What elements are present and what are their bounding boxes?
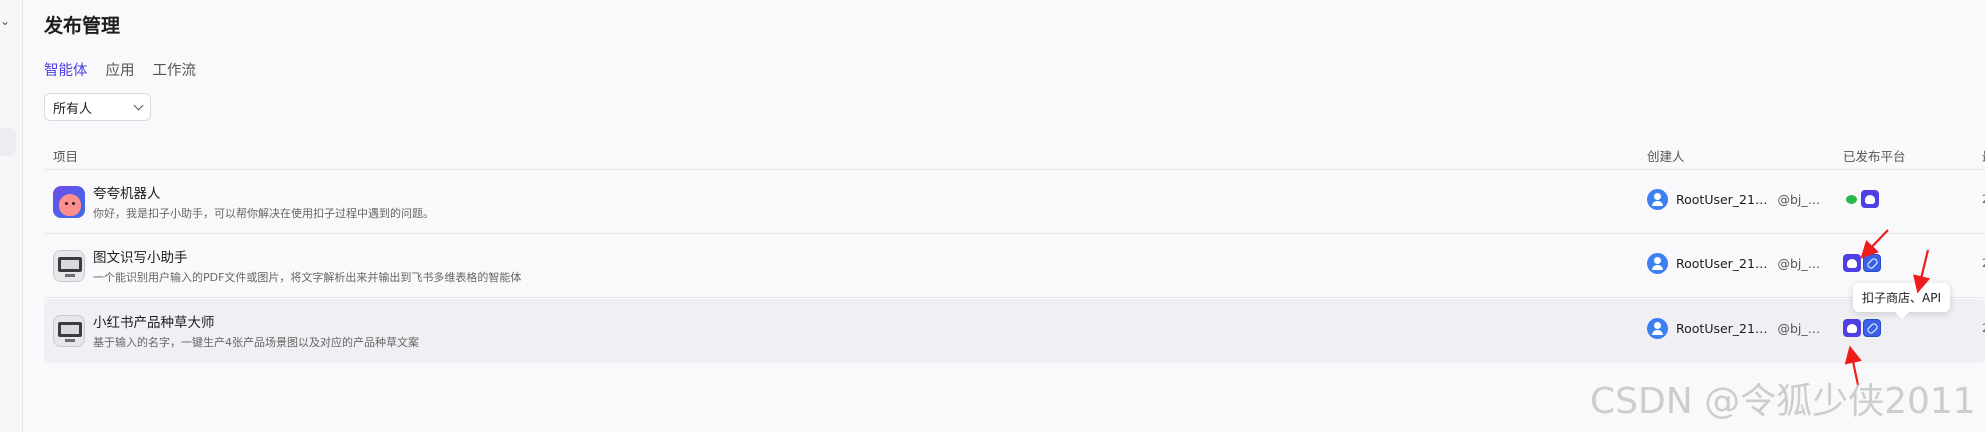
user-avatar-icon xyxy=(1647,318,1668,339)
column-header-creator: 创建人 xyxy=(1647,149,1685,164)
row-description: 一个能识别用户输入的PDF文件或图片，将文字解析出来并输出到飞书多维表格的智能体 xyxy=(93,271,522,284)
coze-store-icon[interactable] xyxy=(1843,254,1861,272)
tab-agents[interactable]: 智能体 xyxy=(44,59,88,80)
creator-cell: RootUser_21… @bj_… xyxy=(1647,318,1820,339)
platform-tooltip: 扣子商店、API xyxy=(1853,283,1950,312)
tab-workflows[interactable]: 工作流 xyxy=(153,59,197,80)
watermark: CSDN @令狐少侠2011 xyxy=(1590,381,1976,422)
row-title[interactable]: 小红书产品种草大师 xyxy=(93,311,215,331)
creator-handle: @bj_… xyxy=(1777,256,1821,271)
coze-store-icon[interactable] xyxy=(1843,319,1861,337)
robot-avatar-icon xyxy=(53,186,85,218)
column-header-project: 项目 xyxy=(53,149,79,164)
table-row[interactable]: 小红书产品种草大师 基于输入的名字，一键生产4张产品场景图以及对应的产品种草文案… xyxy=(44,299,1985,363)
tab-bar: 智能体 应用 工作流 xyxy=(44,59,196,80)
published-platforms xyxy=(1843,190,1879,208)
user-avatar-icon xyxy=(1647,189,1668,210)
sidebar-active-item[interactable] xyxy=(0,128,16,156)
table-row[interactable]: 图文识写小助手 一个能识别用户输入的PDF文件或图片，将文字解析出来并输出到飞书… xyxy=(44,234,1985,298)
left-sidebar: ⌄ xyxy=(0,0,23,432)
page-title: 发布管理 xyxy=(44,15,121,37)
creator-name: RootUser_21… xyxy=(1676,192,1768,207)
tab-apps[interactable]: 应用 xyxy=(106,59,135,80)
api-icon[interactable] xyxy=(1863,254,1881,272)
coze-store-icon[interactable] xyxy=(1861,190,1879,208)
published-platforms xyxy=(1843,319,1881,337)
creator-handle: @bj_… xyxy=(1777,321,1821,336)
published-platforms xyxy=(1843,254,1881,272)
row-description: 你好，我是扣子小助手，可以帮你解决在使用扣子过程中遇到的问题。 xyxy=(93,207,434,220)
owner-filter-value: 所有人 xyxy=(53,101,93,117)
monitor-avatar-icon xyxy=(53,250,85,282)
table-header: 项目 创建人 已发布平台 最近 xyxy=(44,140,1985,170)
creator-cell: RootUser_21… @bj_… xyxy=(1647,253,1820,274)
creator-cell: RootUser_21… @bj_… xyxy=(1647,189,1820,210)
user-avatar-icon xyxy=(1647,253,1668,274)
row-title[interactable]: 图文识写小助手 xyxy=(93,246,188,266)
row-title[interactable]: 夸夸机器人 xyxy=(93,182,161,202)
table-row[interactable]: 夸夸机器人 你好，我是扣子小助手，可以帮你解决在使用扣子过程中遇到的问题。 Ro… xyxy=(44,170,1985,234)
monitor-avatar-icon xyxy=(53,315,85,347)
chevron-down-icon xyxy=(133,100,144,110)
api-icon[interactable] xyxy=(1863,319,1881,337)
owner-filter-select[interactable]: 所有人 xyxy=(44,93,151,121)
row-description: 基于输入的名字，一键生产4张产品场景图以及对应的产品种草文案 xyxy=(93,336,419,349)
creator-name: RootUser_21… xyxy=(1676,321,1768,336)
creator-name: RootUser_21… xyxy=(1676,256,1768,271)
main-content: 发布管理 智能体 应用 工作流 所有人 项目 创建人 已发布平台 最近 夸夸机器… xyxy=(23,0,1985,432)
wechat-icon[interactable] xyxy=(1843,190,1859,208)
column-header-platforms: 已发布平台 xyxy=(1843,149,1906,164)
chevron-down-icon[interactable]: ⌄ xyxy=(0,14,10,28)
creator-handle: @bj_… xyxy=(1777,192,1821,207)
